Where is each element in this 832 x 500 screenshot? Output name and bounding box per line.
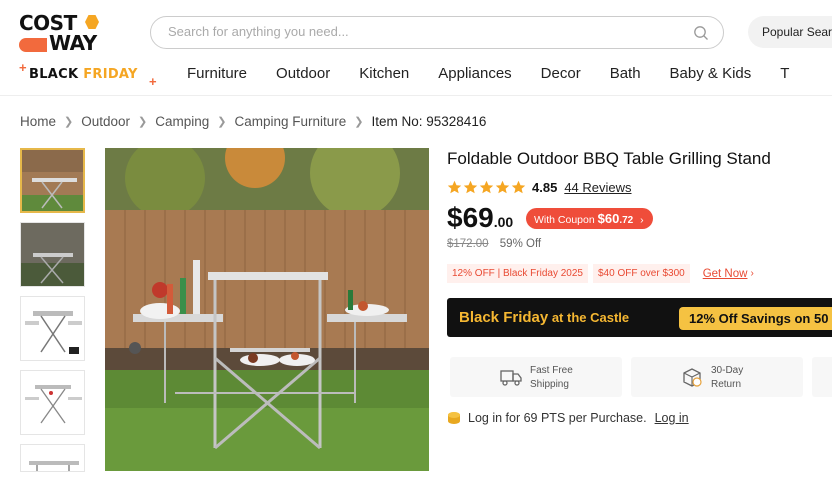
points-row: Log in for 69 PTS per Purchase. Log in	[447, 411, 689, 425]
product-thumbnail-3[interactable]	[20, 296, 85, 361]
popular-searches-button[interactable]: Popular Sear	[748, 16, 832, 48]
login-link[interactable]: Log in	[655, 411, 689, 425]
coupon-price: $60	[597, 211, 620, 226]
breadcrumb-home[interactable]: Home	[20, 114, 56, 129]
thumbnail-image	[22, 150, 83, 211]
product-photo	[105, 148, 429, 471]
thumbnail-image	[29, 461, 79, 471]
product-thumbnail-1[interactable]	[20, 148, 85, 213]
search-input[interactable]	[168, 24, 668, 39]
coupon-price-badge[interactable]: With Coupon $60.72 ›	[526, 208, 653, 229]
nav-item-kitchen[interactable]: Kitchen	[359, 65, 409, 82]
thumbnail-image	[25, 385, 82, 424]
logo-bottom: WAY	[49, 31, 97, 55]
promo-tag-black-friday[interactable]: 12% OFF | Black Friday 2025	[447, 264, 588, 283]
feature-fast-shipping[interactable]: Fast Free Shipping	[450, 357, 622, 397]
breadcrumb-camping-furniture[interactable]: Camping Furniture	[234, 114, 346, 129]
sparkle-icon: +	[149, 74, 157, 89]
thumbnail-image	[21, 223, 84, 286]
black-friday-banner[interactable]: Black Friday at the Castle 12% Off Savin…	[447, 298, 832, 337]
chevron-right-icon: ›	[750, 268, 754, 279]
feature-text: 30-Day Return	[711, 364, 743, 392]
rating-value: 4.85	[532, 180, 558, 195]
nav-item-outdoor[interactable]: Outdoor	[276, 65, 330, 82]
was-price-row: $172.00 59% Off	[447, 238, 541, 250]
star-icon	[511, 180, 526, 194]
chevron-right-icon: ❯	[217, 116, 227, 128]
breadcrumb-item-no: Item No: 95328416	[371, 114, 487, 129]
get-now-link[interactable]: Get Now	[703, 268, 748, 280]
chevron-right-icon: ❯	[138, 116, 148, 128]
logo-bottom-row: WAY	[19, 33, 103, 53]
nav-item-truncated[interactable]: T	[780, 65, 789, 82]
site-header: COST WAY Popular Sear + BLACK FRIDAY + F…	[0, 0, 832, 96]
chevron-right-icon: ❯	[354, 116, 364, 128]
breadcrumb-outdoor[interactable]: Outdoor	[81, 114, 130, 129]
black-friday-text: BLACK FRIDAY	[29, 67, 138, 82]
star-icon	[495, 180, 510, 194]
star-rating	[447, 180, 526, 195]
price-cents: .00	[493, 214, 514, 230]
product-thumbnail-4[interactable]	[20, 370, 85, 435]
feature-text: Fast Free Shipping	[530, 364, 573, 392]
points-text: Log in for 69 PTS per Purchase.	[468, 411, 647, 425]
feature-card-partial[interactable]	[812, 357, 832, 397]
black-friday-logo[interactable]: + BLACK FRIDAY +	[19, 60, 159, 89]
nav-item-appliances[interactable]: Appliances	[438, 65, 511, 82]
banner-title: Black Friday at the Castle	[459, 309, 629, 326]
nav-item-furniture[interactable]: Furniture	[187, 65, 247, 82]
thumbnail-image	[25, 311, 82, 354]
star-icon	[479, 180, 494, 194]
promo-row: 12% OFF | Black Friday 2025 $40 OFF over…	[447, 264, 754, 283]
was-price: $172.00	[447, 238, 489, 250]
search-bar[interactable]	[150, 16, 724, 49]
price-row: $69 .00	[447, 202, 521, 234]
feature-30-day-return[interactable]: 30-Day Return	[631, 357, 803, 397]
star-icon	[447, 180, 462, 194]
banner-title-bf: Black Friday	[459, 309, 549, 326]
nav-item-bath[interactable]: Bath	[610, 65, 641, 82]
rating-row: 4.85 44 Reviews	[447, 180, 632, 195]
bf-black: BLACK	[29, 67, 84, 82]
reviews-link[interactable]: 44 Reviews	[564, 180, 631, 195]
logo-pill-icon	[19, 37, 47, 52]
feature-line1: 30-Day	[711, 365, 744, 376]
promo-tag-40-off[interactable]: $40 OFF over $300	[592, 264, 690, 283]
banner-savings: 12% Off Savings on 50	[679, 307, 832, 330]
breadcrumb: Home ❯ Outdoor ❯ Camping ❯ Camping Furni…	[20, 114, 486, 129]
sparkle-icon: +	[19, 60, 27, 75]
product-thumbnail-5[interactable]	[20, 444, 85, 472]
coupon-prefix: With Coupon	[534, 214, 598, 226]
main-product-image[interactable]	[105, 148, 429, 471]
costway-logo[interactable]: COST WAY	[19, 13, 103, 53]
chevron-right-icon: ›	[640, 214, 644, 226]
coupon-cents: .72	[619, 215, 634, 226]
product-thumbnail-2[interactable]	[20, 222, 85, 287]
banner-title-castle: at the Castle	[548, 310, 630, 325]
category-nav: Furniture Outdoor Kitchen Appliances Dec…	[187, 65, 818, 82]
nav-item-baby-kids[interactable]: Baby & Kids	[670, 65, 752, 82]
product-title: Foldable Outdoor BBQ Table Grilling Stan…	[447, 149, 771, 168]
chevron-right-icon: ❯	[64, 116, 74, 128]
breadcrumb-camping[interactable]: Camping	[155, 114, 209, 129]
discount-percent: 59% Off	[499, 238, 542, 250]
feature-line2: Return	[711, 379, 742, 390]
feature-line2: Shipping	[530, 379, 569, 390]
nav-item-decor[interactable]: Decor	[541, 65, 581, 82]
feature-line1: Fast Free	[530, 365, 573, 376]
bf-friday: FRIDAY	[83, 67, 138, 82]
price-dollars: $69	[447, 202, 494, 233]
truck-icon	[500, 370, 522, 386]
search-icon[interactable]	[693, 25, 709, 41]
return-box-icon	[683, 368, 702, 387]
coin-icon	[448, 412, 460, 424]
star-icon	[463, 180, 478, 194]
